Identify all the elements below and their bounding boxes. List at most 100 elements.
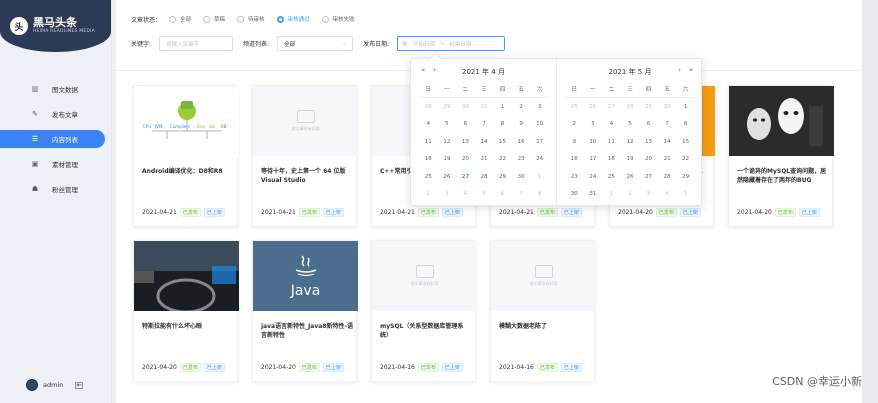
collapse-sidebar-icon[interactable]: ⇤ — [75, 381, 84, 389]
calendar-day[interactable]: 21 — [658, 156, 677, 162]
calendar-day[interactable]: 14 — [658, 139, 677, 145]
calendar-day[interactable]: 6 — [639, 121, 658, 127]
calendar-day[interactable]: 28 — [475, 174, 494, 180]
calendar-day[interactable]: 26 — [584, 104, 603, 110]
calendar-day[interactable]: 18 — [602, 156, 621, 162]
calendar-day[interactable]: 29 — [676, 174, 695, 180]
calendar-day[interactable]: 22 — [676, 156, 695, 162]
calendar-day[interactable]: 26 — [621, 174, 640, 180]
status-radio-draft[interactable]: 草稿 — [203, 15, 225, 23]
date-end[interactable]: 结束日期 — [449, 40, 471, 48]
calendar-day[interactable]: 11 — [419, 139, 438, 145]
calendar-day[interactable]: 13 — [456, 139, 475, 145]
calendar-day[interactable]: 30 — [565, 191, 584, 197]
calendar-day[interactable]: 1 — [602, 191, 621, 197]
calendar-day[interactable]: 24 — [530, 156, 549, 162]
calendar-day[interactable]: 5 — [438, 121, 457, 127]
channel-select[interactable]: 全部 ⌄ — [277, 36, 354, 51]
article-card[interactable]: 该文章没有封面 等待十年，史上第一个 64 位版 Visual Studio 2… — [252, 85, 358, 227]
calendar-day[interactable]: 17 — [584, 156, 603, 162]
calendar-day[interactable]: 1 — [530, 174, 549, 180]
sidebar-item-publish[interactable]: ✎ 发布文章 — [6, 105, 105, 123]
calendar-day[interactable]: 20 — [456, 156, 475, 162]
avatar[interactable] — [26, 379, 38, 391]
calendar-day[interactable]: 16 — [512, 139, 531, 145]
status-radio-pending[interactable]: 待审核 — [237, 15, 265, 23]
calendar-day[interactable]: 14 — [475, 139, 494, 145]
calendar-day[interactable]: 27 — [639, 174, 658, 180]
calendar-day[interactable]: 8 — [530, 191, 549, 197]
calendar-day[interactable]: 4 — [602, 121, 621, 127]
calendar-day[interactable]: 1 — [676, 104, 695, 110]
calendar-day[interactable]: 28 — [419, 104, 438, 110]
calendar-day[interactable]: 30 — [456, 104, 475, 110]
sidebar-item-materials[interactable]: ▣ 素材管理 — [6, 155, 105, 173]
calendar-day[interactable]: 8 — [493, 121, 512, 127]
calendar-day[interactable]: 7 — [658, 121, 677, 127]
calendar-day[interactable]: 28 — [621, 104, 640, 110]
calendar-day[interactable]: 22 — [493, 156, 512, 162]
calendar-day[interactable]: 31 — [584, 191, 603, 197]
calendar-day[interactable]: 12 — [438, 139, 457, 145]
calendar-day[interactable]: 27 — [602, 104, 621, 110]
calendar-day[interactable]: 1 — [493, 104, 512, 110]
calendar-day[interactable]: 25 — [565, 104, 584, 110]
calendar-day[interactable]: 11 — [602, 139, 621, 145]
calendar-day[interactable]: 15 — [676, 139, 695, 145]
calendar-day[interactable]: 3 — [438, 191, 457, 197]
calendar-day[interactable]: 31 — [475, 104, 494, 110]
calendar-day[interactable]: 7 — [475, 121, 494, 127]
calendar-day[interactable]: 19 — [621, 156, 640, 162]
calendar-day[interactable]: 23 — [565, 174, 584, 180]
calendar-day[interactable]: 2 — [621, 191, 640, 197]
article-card[interactable]: CPU JVM Compilers Dex D8 R8 Android编译优化：… — [133, 85, 239, 227]
calendar-day[interactable]: 5 — [676, 191, 695, 197]
calendar-day[interactable]: 9 — [565, 139, 584, 145]
calendar-day[interactable]: 3 — [530, 104, 549, 110]
calendar-day[interactable]: 27 — [456, 174, 475, 180]
calendar-day[interactable]: 4 — [658, 191, 677, 197]
sidebar-item-data[interactable]: ▥ 图文数据 — [6, 80, 105, 98]
calendar-day[interactable]: 6 — [456, 121, 475, 127]
calendar-day[interactable]: 2 — [419, 191, 438, 197]
calendar-day[interactable]: 30 — [512, 174, 531, 180]
status-radio-rejected[interactable]: 审核失败 — [321, 15, 355, 23]
calendar-day[interactable]: 7 — [512, 191, 531, 197]
calendar-day[interactable]: 30 — [658, 104, 677, 110]
calendar-day[interactable]: 12 — [621, 139, 640, 145]
date-range-input[interactable]: ▦ 开始日期 - 结束日期 — [397, 36, 506, 51]
calendar-day[interactable]: 25 — [419, 174, 438, 180]
calendar-day[interactable]: 20 — [639, 156, 658, 162]
calendar-day[interactable]: 5 — [475, 191, 494, 197]
article-card[interactable]: 一个诡异的MySQL查询问题，居然隐藏着存在了两年的BUG 2021-04-20… — [728, 85, 834, 227]
calendar-day[interactable]: 26 — [438, 174, 457, 180]
username[interactable]: admin — [43, 381, 63, 389]
calendar-day[interactable]: 4 — [419, 121, 438, 127]
calendar-day[interactable]: 29 — [438, 104, 457, 110]
article-card[interactable]: 该文章没有封面 mySQL（关系型数据库管理系统） 2021-04-16 已发布… — [371, 240, 477, 382]
calendar-day[interactable]: 3 — [584, 121, 603, 127]
calendar-day[interactable]: 3 — [639, 191, 658, 197]
calendar-day[interactable]: 24 — [584, 174, 603, 180]
article-card[interactable]: 特斯拉能有什么坏心眼 2021-04-20 已发布 已上架 — [133, 240, 239, 382]
calendar-day[interactable]: 18 — [419, 156, 438, 162]
calendar-day[interactable]: 29 — [639, 104, 658, 110]
scrollbar[interactable] — [862, 0, 878, 403]
calendar-day[interactable]: 29 — [493, 174, 512, 180]
calendar-day[interactable]: 25 — [602, 174, 621, 180]
calendar-day[interactable]: 17 — [530, 139, 549, 145]
calendar-day[interactable]: 5 — [621, 121, 640, 127]
sidebar-item-fans[interactable]: ☗ 粉丝管理 — [6, 180, 105, 198]
calendar-day[interactable]: 10 — [584, 139, 603, 145]
calendar-day[interactable]: 15 — [493, 139, 512, 145]
calendar-day[interactable]: 28 — [658, 174, 677, 180]
calendar-day[interactable]: 13 — [639, 139, 658, 145]
calendar-day[interactable]: 2 — [512, 104, 531, 110]
article-card[interactable]: 该文章没有封面 模糊大数据老陈了 2021-04-16 已发布 已上架 — [490, 240, 596, 382]
calendar-day[interactable]: 4 — [456, 191, 475, 197]
calendar-day[interactable]: 21 — [475, 156, 494, 162]
calendar-day[interactable]: 16 — [565, 156, 584, 162]
status-radio-approved[interactable]: 审核通过 — [276, 15, 310, 23]
calendar-day[interactable]: 8 — [676, 121, 695, 127]
calendar-day[interactable]: 6 — [493, 191, 512, 197]
